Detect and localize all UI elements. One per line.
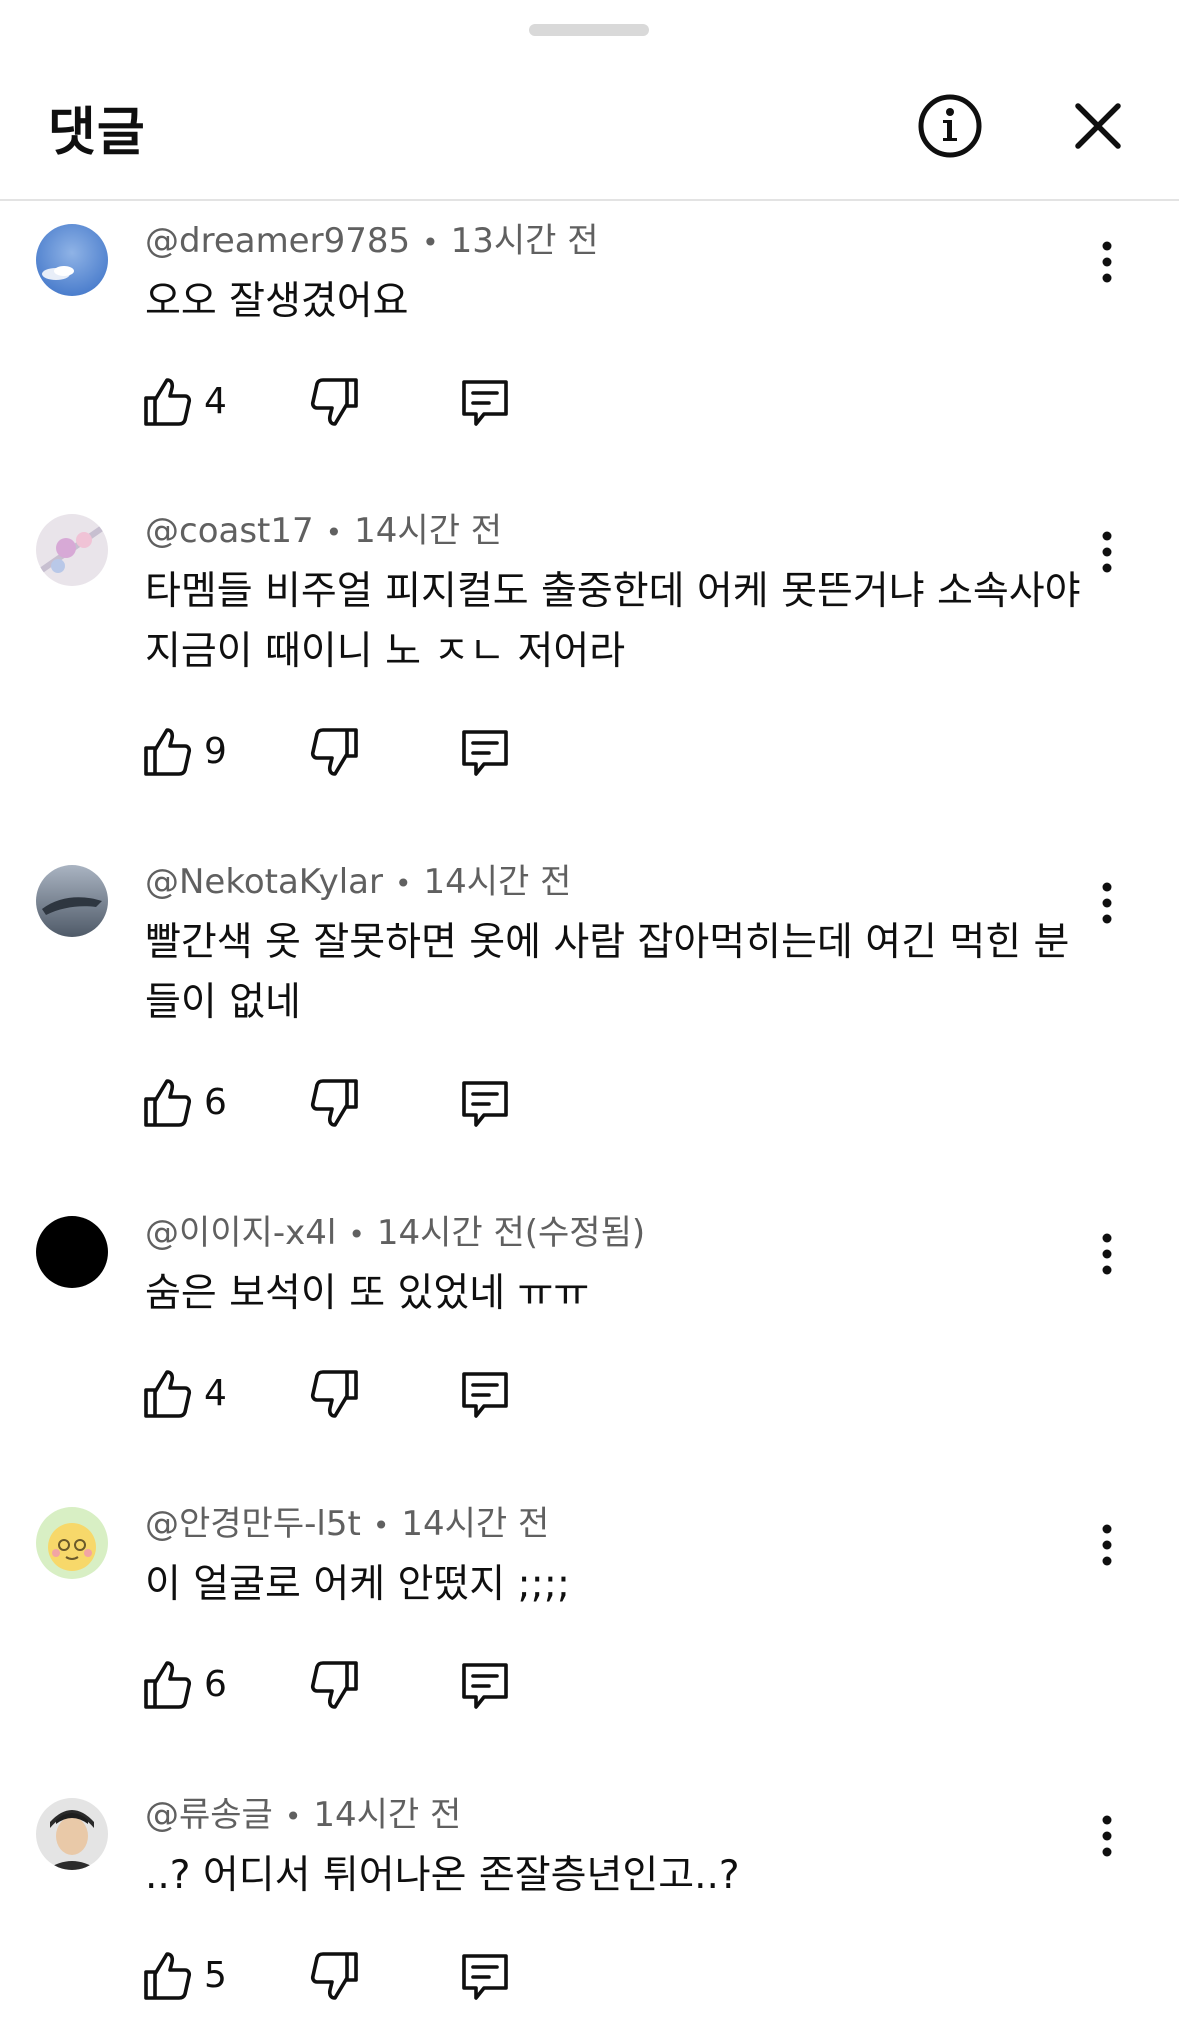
reply-comment-icon[interactable] — [458, 1073, 512, 1133]
separator-dot: • — [284, 1800, 302, 1833]
thumb-down-icon[interactable] — [308, 722, 362, 782]
avatar[interactable] — [36, 514, 108, 586]
thumb-down-icon[interactable] — [308, 1946, 362, 2006]
comment-text: ..? 어디서 튀어나온 존잘층년인고..? — [145, 1846, 1095, 1906]
reply-comment-icon[interactable] — [458, 1364, 512, 1424]
comment-meta: @NekotaKylar • 14시간 전 — [145, 861, 571, 905]
like-count: 5 — [204, 1955, 227, 1996]
avatar[interactable] — [36, 1216, 108, 1288]
comment-text: 숨은 보석이 또 있었네 ㅠㅠ — [145, 1264, 1095, 1324]
comment-author[interactable]: @NekotaKylar — [145, 862, 383, 902]
comment-actions: 6 — [140, 1655, 540, 1715]
thumb-down-icon[interactable] — [308, 1364, 362, 1424]
reply-comment-icon[interactable] — [458, 1946, 512, 2006]
more-vert-icon[interactable] — [1090, 1806, 1124, 1866]
page-title: 댓글 — [48, 103, 146, 163]
comment-text-line: ..? 어디서 튀어나온 존잘층년인고..? — [145, 1853, 740, 1898]
separator-dot: • — [348, 1218, 365, 1251]
separator-dot: • — [325, 516, 343, 549]
comment-author[interactable]: @류송글 — [145, 1795, 273, 1835]
more-vert-icon[interactable] — [1090, 232, 1124, 292]
thumb-down-icon[interactable] — [308, 372, 362, 432]
separator-dot: • — [422, 226, 439, 259]
thumb-up-icon[interactable] — [140, 722, 194, 782]
comment-actions: 5 — [140, 1946, 540, 2006]
comment-meta: @안경만두-l5t • 14시간 전 — [145, 1503, 549, 1547]
comment-meta: @이이지-x4l • 14시간 전(수정됨) — [145, 1212, 645, 1256]
comment-text-line: 들이 없네 — [145, 980, 301, 1025]
comment-author[interactable]: @안경만두-l5t — [145, 1504, 361, 1544]
avatar[interactable] — [36, 1798, 108, 1870]
comment-item: @dreamer9785 • 13시간 전 오오 잘생겼어요 4 — [0, 220, 1179, 510]
thumb-up-icon[interactable] — [140, 1946, 194, 2006]
comment-item: @류송글 • 14시간 전 ..? 어디서 튀어나온 존잘층년인고..? 5 — [0, 1794, 1179, 2031]
comments-header: 댓글 — [0, 52, 1179, 201]
comment-actions: 9 — [140, 722, 540, 782]
comment-text-line: 숨은 보석이 또 있었네 ㅠㅠ — [145, 1271, 590, 1316]
comment-text-line: 지금이 때이니 노 ㅈㄴ 저어라 — [145, 629, 626, 674]
avatar[interactable] — [36, 224, 108, 296]
comment-time: 14시간 전 — [313, 1795, 462, 1835]
comment-author[interactable]: @dreamer9785 — [145, 221, 410, 261]
comment-text: 타멤들 비주얼 피지컬도 출중한데 어케 못뜬거냐 소속사야 지금이 때이니 노… — [145, 562, 1095, 682]
comment-time: 13시간 전 — [450, 221, 599, 261]
comment-item: @이이지-x4l • 14시간 전(수정됨) 숨은 보석이 또 있었네 ㅠㅠ 4 — [0, 1212, 1179, 1502]
avatar[interactable] — [36, 865, 108, 937]
comment-actions: 4 — [140, 372, 540, 432]
comment-time: 14시간 전(수정됨) — [376, 1213, 646, 1253]
more-vert-icon[interactable] — [1090, 522, 1124, 582]
comment-meta: @dreamer9785 • 13시간 전 — [145, 220, 599, 264]
drag-handle[interactable] — [529, 24, 649, 36]
thumb-up-icon[interactable] — [140, 1073, 194, 1133]
like-count: 6 — [204, 1082, 227, 1123]
comment-text-line: 이 얼굴로 어케 안떴지 ;;;; — [145, 1562, 571, 1607]
thumb-down-icon[interactable] — [308, 1655, 362, 1715]
comment-meta: @coast17 • 14시간 전 — [145, 510, 502, 554]
thumb-up-icon[interactable] — [140, 1655, 194, 1715]
avatar[interactable] — [36, 1507, 108, 1579]
comment-item: @coast17 • 14시간 전 타멤들 비주얼 피지컬도 출중한데 어케 못뜬거… — [0, 510, 1179, 800]
thumb-down-icon[interactable] — [308, 1073, 362, 1133]
comment-text-line: 오오 잘생겼어요 — [145, 279, 409, 324]
thumb-up-icon[interactable] — [140, 1364, 194, 1424]
comment-author[interactable]: @coast17 — [145, 511, 314, 551]
close-icon[interactable] — [1066, 94, 1130, 158]
reply-comment-icon[interactable] — [458, 372, 512, 432]
comment-text-line: 타멤들 비주얼 피지컬도 출중한데 어케 못뜬거냐 소속사야 — [145, 569, 1081, 614]
comment-author[interactable]: @이이지-x4l — [145, 1213, 336, 1253]
like-count: 6 — [204, 1664, 227, 1705]
more-vert-icon[interactable] — [1090, 873, 1124, 933]
like-count: 4 — [204, 381, 227, 422]
separator-dot: • — [372, 1509, 390, 1542]
comment-meta: @류송글 • 14시간 전 — [145, 1794, 461, 1838]
comment-time: 14시간 전 — [401, 1504, 550, 1544]
like-count: 4 — [204, 1373, 227, 1414]
comment-item: @안경만두-l5t • 14시간 전 이 얼굴로 어케 안떴지 ;;;; 6 — [0, 1503, 1179, 1793]
separator-dot: • — [395, 867, 412, 900]
more-vert-icon[interactable] — [1090, 1224, 1124, 1284]
comment-time: 14시간 전 — [423, 862, 572, 902]
comment-actions: 6 — [140, 1073, 540, 1133]
comment-time: 14시간 전 — [354, 511, 503, 551]
comment-text-line: 빨간색 옷 잘못하면 옷에 사람 잡아먹히는데 여긴 먹힌 분 — [145, 920, 1070, 965]
more-vert-icon[interactable] — [1090, 1515, 1124, 1575]
comment-actions: 4 — [140, 1364, 540, 1424]
thumb-up-icon[interactable] — [140, 372, 194, 432]
info-icon[interactable] — [916, 92, 984, 160]
comment-text: 오오 잘생겼어요 — [145, 272, 1095, 332]
comments-sheet: 댓글 @dreamer9785 • 13시간 전 오오 잘생겼어요 4 @coa… — [0, 0, 1179, 2031]
comment-item: @NekotaKylar • 14시간 전 빨간색 옷 잘못하면 옷에 사람 잡아먹… — [0, 861, 1179, 1151]
reply-comment-icon[interactable] — [458, 1655, 512, 1715]
comment-text: 이 얼굴로 어케 안떴지 ;;;; — [145, 1555, 1095, 1615]
like-count: 9 — [204, 731, 227, 772]
reply-comment-icon[interactable] — [458, 722, 512, 782]
comment-text: 빨간색 옷 잘못하면 옷에 사람 잡아먹히는데 여긴 먹힌 분 들이 없네 — [145, 913, 1095, 1033]
